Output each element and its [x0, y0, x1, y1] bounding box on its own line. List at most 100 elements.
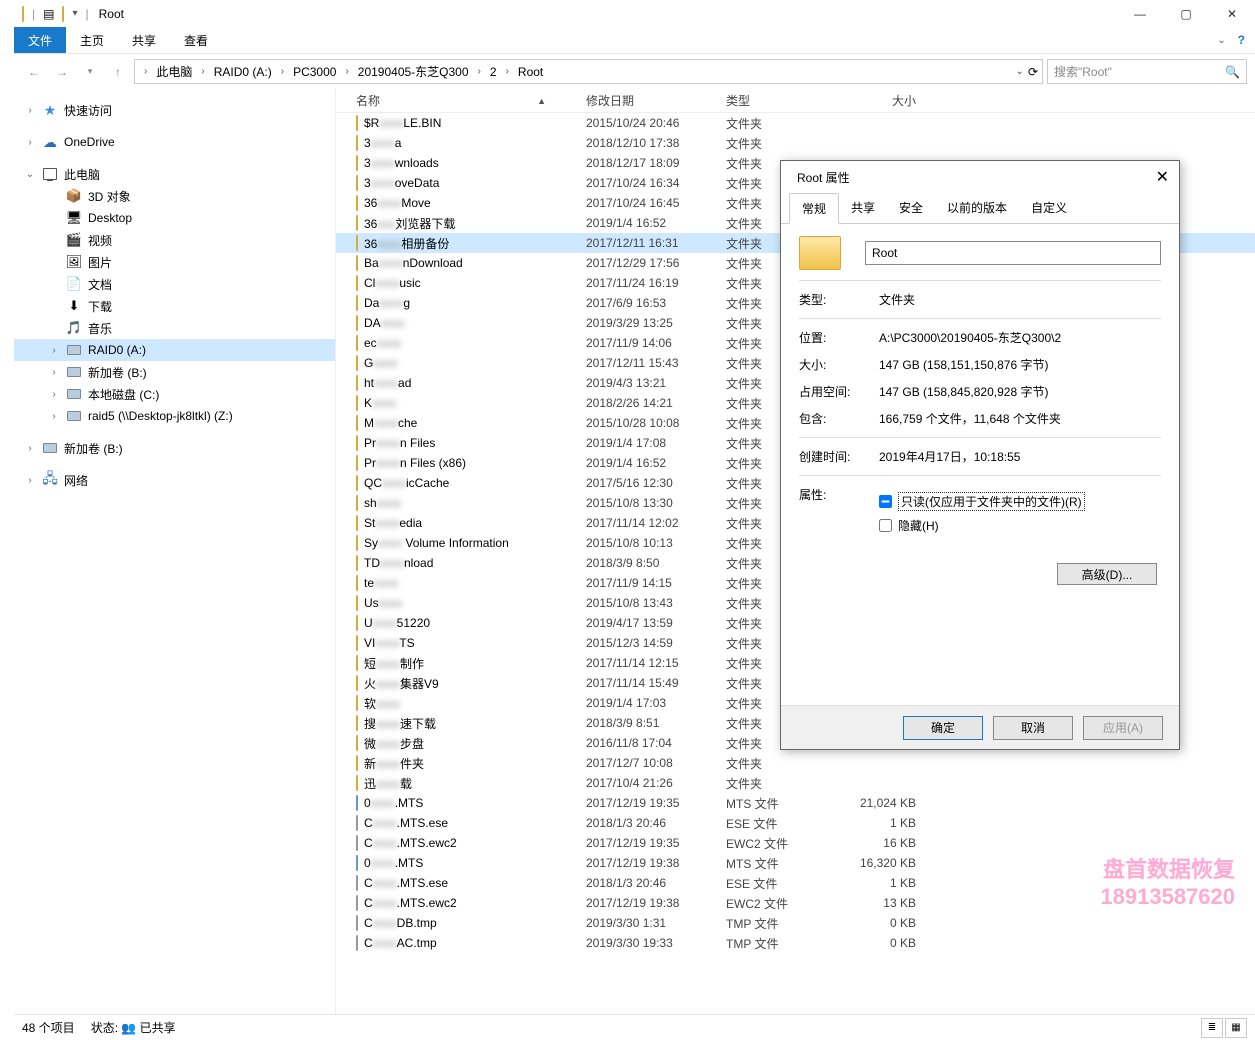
crumb-root[interactable]: Root — [514, 65, 547, 79]
view-details-button[interactable]: ≣ — [1201, 1018, 1223, 1038]
dialog-close-button[interactable]: ✕ — [1156, 167, 1169, 187]
tree-newvol[interactable]: ›新加卷 (B:) — [14, 437, 335, 459]
file-row[interactable]: 0xxxx.MTS2017/12/19 19:35MTS 文件21,024 KB — [336, 793, 1255, 813]
tree-item[interactable]: ›raid5 (\\Desktop-jk8ltkl) (Z:) — [14, 405, 335, 427]
shared-icon: 👥 — [121, 1021, 136, 1035]
folder-icon — [356, 296, 358, 310]
file-row[interactable]: 迅xxxx载2017/10/4 21:26文件夹 — [336, 773, 1255, 793]
folder-icon — [356, 736, 358, 750]
file-icon — [356, 936, 358, 950]
folder-icon — [356, 356, 358, 370]
tab-general[interactable]: 常规 — [789, 193, 839, 224]
tree-onedrive[interactable]: ›☁OneDrive — [14, 131, 335, 153]
cancel-button[interactable]: 取消 — [993, 716, 1073, 740]
close-button[interactable]: ✕ — [1209, 0, 1255, 27]
advanced-button[interactable]: 高级(D)... — [1057, 563, 1157, 585]
addr-dropdown-icon[interactable]: ⌄ — [1016, 66, 1024, 77]
folder-icon — [356, 556, 358, 570]
help-icon[interactable]: ? — [1238, 33, 1245, 47]
tree-item[interactable]: 🖥Desktop — [14, 207, 335, 229]
folder-icon — [356, 636, 358, 650]
tab-custom[interactable]: 自定义 — [1019, 193, 1079, 223]
qat-doc-icon[interactable]: ▤ — [43, 7, 54, 21]
folder-icon — [62, 7, 64, 21]
minimize-button[interactable]: — — [1117, 0, 1163, 27]
tree-item[interactable]: 🎵音乐 — [14, 317, 335, 339]
tab-file[interactable]: 文件 — [14, 27, 66, 53]
folder-icon — [356, 656, 358, 670]
folder-icon — [356, 456, 358, 470]
tree-item[interactable]: 🎬视频 — [14, 229, 335, 251]
mts-icon — [356, 856, 358, 870]
nav-bar: ← → ▾ ↑ › 此电脑› RAID0 (A:)› PC3000› 20190… — [14, 54, 1255, 89]
created-value: 2019年4月17日，10:18:55 — [879, 448, 1161, 465]
tab-view[interactable]: 查看 — [170, 27, 222, 53]
file-icon — [356, 836, 358, 850]
tree-item[interactable]: ›新加卷 (B:) — [14, 361, 335, 383]
tree-quick-access[interactable]: ›★快速访问 — [14, 99, 335, 121]
file-row[interactable]: 新xxxx件夹2017/12/7 10:08文件夹 — [336, 753, 1255, 773]
hidden-checkbox[interactable] — [879, 519, 892, 532]
folder-icon — [356, 776, 358, 790]
tab-share[interactable]: 共享 — [118, 27, 170, 53]
tree-item[interactable]: ⬇下载 — [14, 295, 335, 317]
mts-icon — [356, 796, 358, 810]
location-value: A:\PC3000\20190405-东芝Q300\2 — [879, 329, 1161, 346]
crumb-pc3000[interactable]: PC3000 — [289, 65, 340, 79]
apply-button[interactable]: 应用(A) — [1083, 716, 1163, 740]
folder-icon — [356, 216, 358, 230]
folder-icon — [356, 756, 358, 770]
nav-recent-button[interactable]: ▾ — [78, 60, 102, 84]
nav-tree[interactable]: ›★快速访问 ›☁OneDrive ⌄此电脑 📦3D 对象🖥Desktop🎬视频… — [14, 89, 336, 1014]
tab-security[interactable]: 安全 — [887, 193, 935, 223]
file-row[interactable]: $RxxxxLE.BIN2015/10/24 20:46文件夹 — [336, 113, 1255, 133]
file-icon — [356, 896, 358, 910]
file-row[interactable]: Cxxxx.MTS.ewc22017/12/19 19:35EWC2 文件16 … — [336, 833, 1255, 853]
file-row[interactable]: CxxxxDB.tmp2019/3/30 1:31TMP 文件0 KB — [336, 913, 1255, 933]
crumb-raid0[interactable]: RAID0 (A:) — [210, 65, 276, 79]
crumb-folder[interactable]: 20190405-东芝Q300 — [354, 63, 473, 80]
folder-icon — [356, 436, 358, 450]
tree-item[interactable]: ›RAID0 (A:) — [14, 339, 335, 361]
nav-forward-button[interactable]: → — [50, 60, 74, 84]
folder-icon — [356, 156, 358, 170]
folder-icon — [356, 336, 358, 350]
folder-icon — [356, 316, 358, 330]
refresh-icon[interactable]: ⟳ — [1028, 65, 1038, 79]
file-icon — [356, 816, 358, 830]
tree-thispc[interactable]: ⌄此电脑 — [14, 163, 335, 185]
tab-home[interactable]: 主页 — [66, 27, 118, 53]
file-row[interactable]: CxxxxAC.tmp2019/3/30 19:33TMP 文件0 KB — [336, 933, 1255, 953]
ok-button[interactable]: 确定 — [903, 716, 983, 740]
search-input[interactable]: 搜索"Root" 🔍 — [1047, 59, 1247, 84]
folder-icon — [356, 136, 358, 150]
tree-item[interactable]: 📄文档 — [14, 273, 335, 295]
column-headers[interactable]: 名称▲ 修改日期 类型 大小 — [336, 89, 1255, 113]
size-value: 147 GB (158,151,150,876 字节) — [879, 356, 1161, 373]
nav-up-button[interactable]: ↑ — [106, 60, 130, 84]
file-icon — [356, 876, 358, 890]
folder-icon — [22, 7, 24, 21]
tree-network[interactable]: ›🖧网络 — [14, 469, 335, 491]
readonly-label: 只读(仅应用于文件夹中的文件)(R) — [898, 492, 1085, 511]
tab-previous[interactable]: 以前的版本 — [935, 193, 1019, 223]
maximize-button[interactable]: ▢ — [1163, 0, 1209, 27]
file-row[interactable]: Cxxxx.MTS.ese2018/1/3 20:46ESE 文件1 KB — [336, 813, 1255, 833]
tree-item[interactable]: 🖼图片 — [14, 251, 335, 273]
folder-icon — [356, 256, 358, 270]
view-icons-button[interactable]: ▦ — [1225, 1018, 1247, 1038]
ribbon-expand-icon[interactable]: ⌄ — [1217, 35, 1225, 46]
tree-item[interactable]: ›本地磁盘 (C:) — [14, 383, 335, 405]
folder-icon — [356, 576, 358, 590]
tree-item[interactable]: 📦3D 对象 — [14, 185, 335, 207]
folder-icon — [356, 616, 358, 630]
file-icon — [356, 916, 358, 930]
crumb-2[interactable]: 2 — [486, 65, 501, 79]
folder-name-input[interactable] — [865, 241, 1161, 265]
readonly-checkbox[interactable] — [879, 495, 892, 508]
tab-sharing[interactable]: 共享 — [839, 193, 887, 223]
crumb-thispc[interactable]: 此电脑 — [152, 63, 196, 80]
nav-back-button[interactable]: ← — [22, 60, 46, 84]
file-row[interactable]: 3xxxxa2018/12/10 17:38文件夹 — [336, 133, 1255, 153]
address-bar[interactable]: › 此电脑› RAID0 (A:)› PC3000› 20190405-东芝Q3… — [134, 59, 1043, 84]
